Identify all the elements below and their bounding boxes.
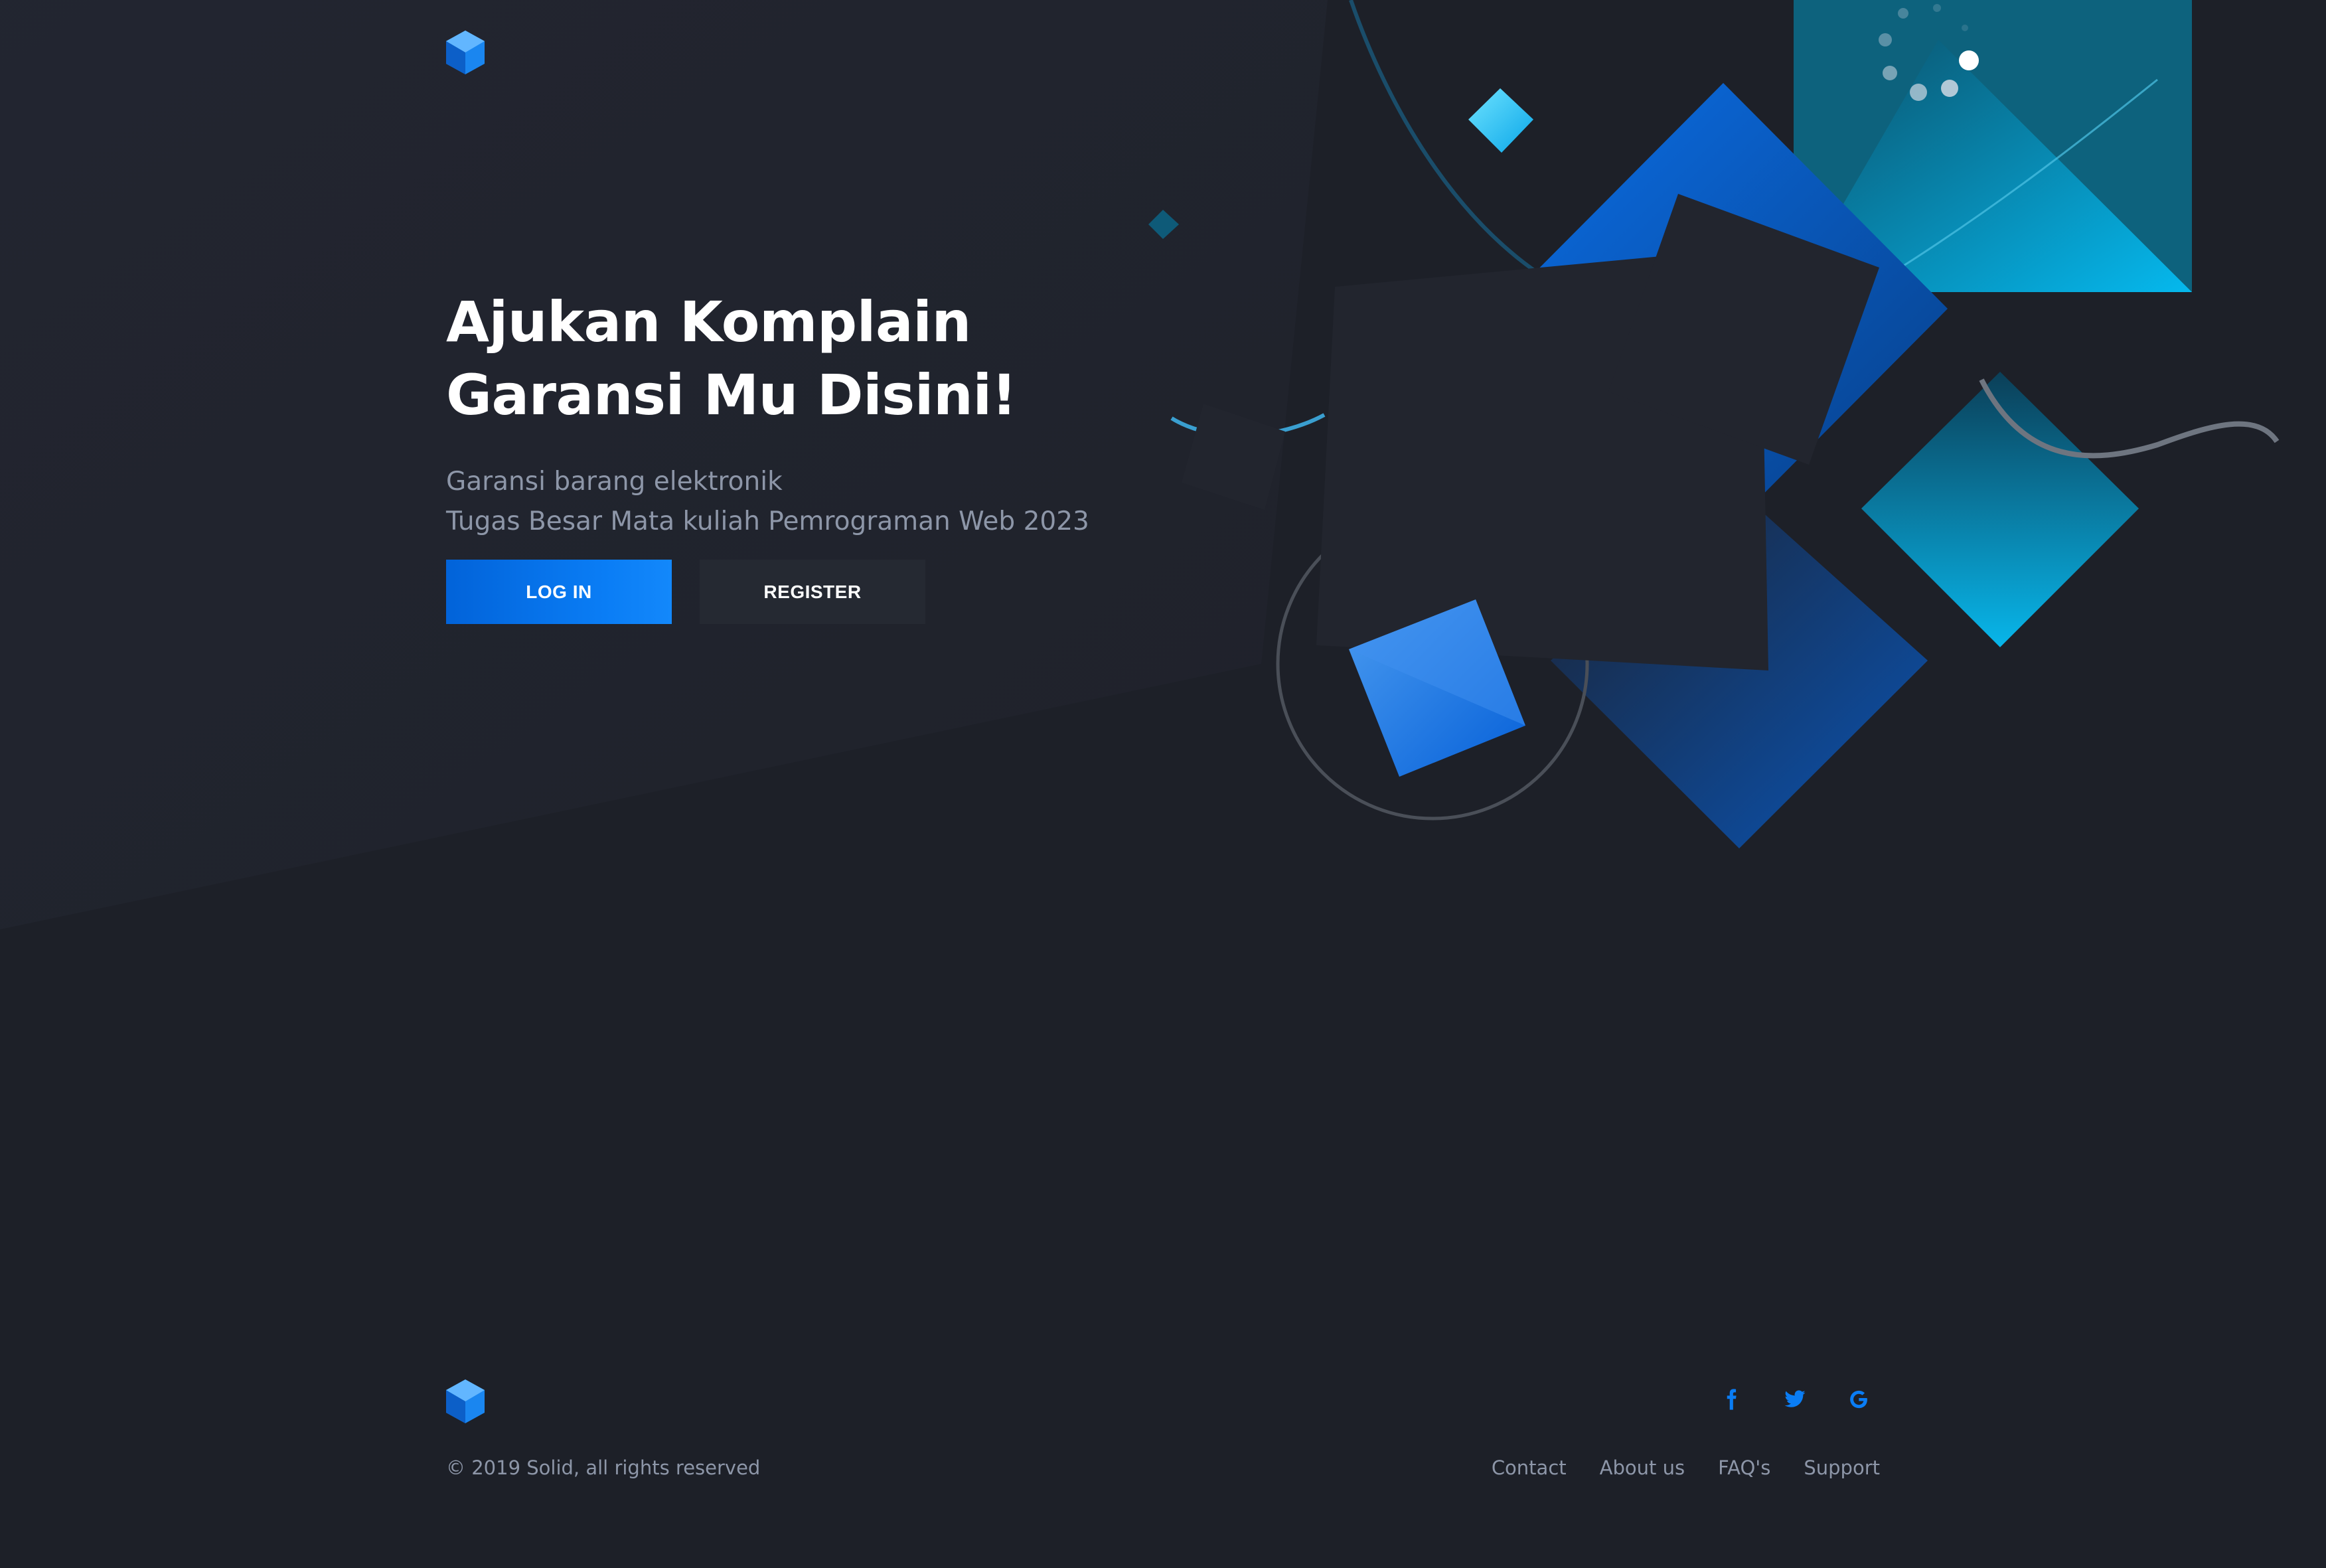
hero-section: Ajukan Komplain Garansi Mu Disini! Garan…	[446, 285, 1309, 542]
footer-link-about-us[interactable]: About us	[1600, 1456, 1685, 1479]
facebook-icon[interactable]	[1718, 1386, 1744, 1413]
hero-title-line1: Ajukan Komplain	[446, 289, 971, 354]
footer-link-support[interactable]: Support	[1804, 1456, 1880, 1479]
brand-logo-icon[interactable]	[446, 31, 485, 74]
register-button[interactable]: REGISTER	[700, 560, 925, 624]
hero-title: Ajukan Komplain Garansi Mu Disini!	[446, 285, 1309, 431]
hero-actions: LOG IN REGISTER	[446, 560, 925, 624]
hero-subtitle: Garansi barang elektronik Tugas Besar Ma…	[446, 462, 1309, 542]
hero-subtitle-line2: Tugas Besar Mata kuliah Pemrograman Web …	[446, 507, 1089, 536]
hero-subtitle-line1: Garansi barang elektronik	[446, 467, 783, 497]
footer-link-faqs[interactable]: FAQ's	[1718, 1456, 1770, 1479]
hero-title-line2: Garansi Mu Disini!	[446, 362, 1017, 428]
google-icon[interactable]	[1845, 1386, 1872, 1413]
landing-page: Ajukan Komplain Garansi Mu Disini! Garan…	[0, 0, 2326, 1568]
footer-logo-icon[interactable]	[446, 1379, 485, 1423]
footer-link-contact[interactable]: Contact	[1492, 1456, 1567, 1479]
twitter-icon[interactable]	[1782, 1386, 1808, 1413]
background-shade	[0, 0, 1328, 929]
social-links	[1718, 1386, 1872, 1413]
copyright-text: © 2019 Solid, all rights reserved	[446, 1456, 761, 1479]
login-button[interactable]: LOG IN	[446, 560, 672, 624]
footer-nav: Contact About us FAQ's Support	[1492, 1456, 1880, 1479]
